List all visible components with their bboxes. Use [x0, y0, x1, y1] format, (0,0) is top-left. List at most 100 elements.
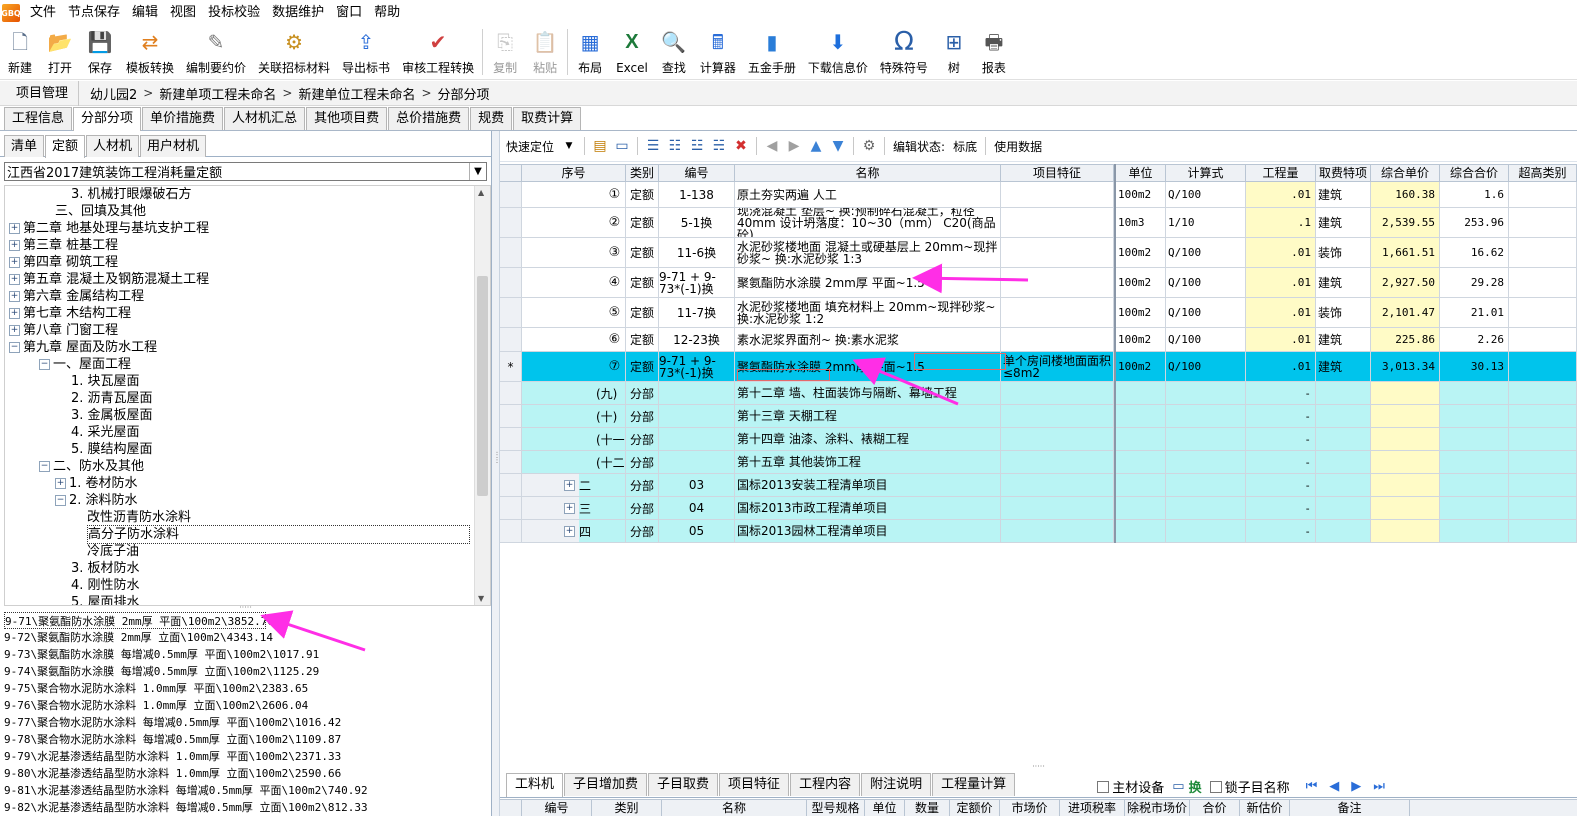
export-bid-button[interactable]: ⇪ 导出标书	[336, 26, 396, 78]
quota-list-item[interactable]: 9-80\水泥基渗透结晶型防水涂料 1.0mm厚 立面\100m2\2590.6…	[4, 765, 491, 782]
grid-cell-seq[interactable]: + 四	[522, 520, 626, 543]
grid-cell-over[interactable]	[1509, 428, 1577, 451]
detail-tab[interactable]: 子目增加费	[564, 773, 648, 796]
grid-header-cell[interactable]: 项目特征	[1001, 164, 1114, 182]
grid-cell-unit[interactable]	[1116, 497, 1166, 520]
tree-node[interactable]: 3. 板材防水	[5, 560, 490, 577]
grid-cell-qty[interactable]: .01	[1246, 328, 1316, 352]
grid-cell-name[interactable]: 水泥砂浆楼地面 填充材料上 20mm~现拌砂浆~ 换:水泥砂浆 1:2	[735, 298, 1001, 328]
open-folder-button[interactable]: 📂 打开	[40, 26, 80, 78]
resource-header-cell[interactable]: 除税市场价	[1125, 800, 1190, 816]
grid-cell-qty[interactable]: -	[1246, 497, 1316, 520]
grid-cell-qty[interactable]: .01	[1246, 182, 1316, 208]
insert-row-icon[interactable]: ☰	[643, 136, 663, 156]
grid-cell-seq[interactable]: ⑥	[522, 328, 626, 352]
grid-cell-name[interactable]: 国标2013园林工程清单项目	[735, 520, 1001, 543]
grid-cell-feature[interactable]	[1001, 497, 1114, 520]
resource-header-cell[interactable]: 市场价	[1000, 800, 1060, 816]
settings-icon[interactable]: ⚙	[859, 136, 879, 156]
grid-cell-name[interactable]: 第十四章 油漆、涂料、裱糊工程	[735, 428, 1001, 451]
detail-tab[interactable]: 工程量计算	[932, 773, 1016, 796]
grid-cell-feature[interactable]	[1001, 405, 1114, 428]
grid-cell-formula[interactable]	[1166, 382, 1246, 405]
delete-icon[interactable]: ✖	[731, 136, 751, 156]
grid-cell-type[interactable]: 定额	[626, 268, 659, 298]
tree-node[interactable]: 2. 沥青瓦屋面	[5, 390, 490, 407]
grid-cell-code[interactable]: 03	[659, 474, 735, 497]
grid-cell-type[interactable]: 分部	[626, 497, 659, 520]
grid-cell-code[interactable]: 5-1换	[659, 208, 735, 238]
grid-cell-over[interactable]	[1509, 298, 1577, 328]
tree-node[interactable]: 5. 屋面排水	[5, 594, 490, 605]
search-button[interactable]: 🔍 查找	[654, 26, 694, 78]
edit-offer-button[interactable]: ✎ 编制要约价	[180, 26, 252, 78]
grid-cell-unit[interactable]	[1116, 382, 1166, 405]
grid-cell-price[interactable]: 160.38	[1371, 182, 1440, 208]
tree-node[interactable]: 4. 采光屋面	[5, 424, 490, 441]
grid-cell-price[interactable]: 2,101.47	[1371, 298, 1440, 328]
grid-header-cell[interactable]: 编号	[659, 164, 735, 182]
grid-cell-total[interactable]: 30.13	[1440, 352, 1509, 382]
grid-cell-code[interactable]: 05	[659, 520, 735, 543]
lock-name-checkbox[interactable]	[1209, 780, 1222, 793]
menu-item[interactable]: 文件	[24, 0, 62, 26]
resource-header-cell[interactable]: 新估价	[1240, 800, 1290, 816]
grid-cell-fee[interactable]	[1316, 428, 1371, 451]
grid-cell-type[interactable]: 定额	[626, 208, 659, 238]
edit-state-value[interactable]: 标底	[953, 138, 977, 155]
grid-cell-over[interactable]	[1509, 268, 1577, 298]
library-tab[interactable]: 定额	[45, 135, 86, 158]
grid-cell-fee[interactable]	[1316, 405, 1371, 428]
grid-cell-feature[interactable]	[1001, 268, 1114, 298]
grid-cell-name[interactable]: 原土夯实两遍 人工	[735, 182, 1001, 208]
grid-cell-price[interactable]	[1371, 520, 1440, 543]
grid-cell-feature[interactable]	[1001, 238, 1114, 268]
grid-header-cell[interactable]: 单位	[1116, 164, 1166, 182]
calculator-button[interactable]: 🖩 计算器	[694, 26, 742, 78]
grid-cell-formula[interactable]	[1166, 451, 1246, 474]
grid-cell-qty[interactable]: -	[1246, 382, 1316, 405]
manual-book-button[interactable]: ▮ 五金手册	[742, 26, 802, 78]
library-tab[interactable]: 用户材机	[140, 135, 207, 157]
grid-cell-price[interactable]	[1371, 451, 1440, 474]
library-tab[interactable]: 人材机	[86, 135, 140, 157]
grid-cell-price[interactable]	[1371, 428, 1440, 451]
grid-splitter[interactable]: ·····	[500, 763, 1577, 771]
expand-icon[interactable]: +	[9, 274, 20, 285]
grid-cell-qty[interactable]: .01	[1246, 352, 1316, 382]
collapse-icon[interactable]: −	[55, 495, 66, 506]
grid-cell-total[interactable]: 1.6	[1440, 182, 1509, 208]
previous-record-icon[interactable]: ◀	[1329, 779, 1339, 794]
grid-cell-over[interactable]	[1509, 405, 1577, 428]
tree-node[interactable]: + 第二章 地基处理与基坑支护工程	[5, 220, 490, 237]
menu-item[interactable]: 窗口	[330, 0, 368, 26]
collapse-icon[interactable]: −	[9, 342, 20, 353]
tree-node[interactable]: + 第六章 金属结构工程	[5, 288, 490, 305]
grid-cell-unit[interactable]: 10m3	[1116, 208, 1166, 238]
menu-item[interactable]: 投标校验	[202, 0, 266, 26]
grid-cell-total[interactable]	[1440, 520, 1509, 543]
grid-cell-unit[interactable]	[1116, 405, 1166, 428]
grid-cell-total[interactable]: 29.28	[1440, 268, 1509, 298]
tree-node[interactable]: 5. 膜结构屋面	[5, 441, 490, 458]
grid-cell-over[interactable]	[1509, 520, 1577, 543]
main-tab[interactable]: 人材机汇总	[224, 107, 306, 130]
grid-cell-formula[interactable]: Q/100	[1166, 238, 1246, 268]
grid-header-cell[interactable]: 超高类别	[1509, 164, 1577, 182]
grid-cell-name[interactable]: 聚氨酯防水涂膜 2mm厚 平面~1.5	[735, 268, 1001, 298]
grid-cell-seq[interactable]: ①	[522, 182, 626, 208]
grid-cell-formula[interactable]	[1166, 428, 1246, 451]
grid-cell-fee[interactable]: 建筑	[1316, 182, 1371, 208]
detail-tab[interactable]: 附注说明	[861, 773, 932, 796]
breadcrumb-item[interactable]: 新建单位工程未命名	[295, 84, 418, 103]
grid-cell-type[interactable]: 分部	[626, 405, 659, 428]
tree-node[interactable]: −2. 涂料防水	[5, 492, 490, 509]
grid-cell-price[interactable]: 1,661.51	[1371, 238, 1440, 268]
grid-cell-feature[interactable]	[1001, 474, 1114, 497]
expand-icon[interactable]: +	[55, 478, 66, 489]
link-material-button[interactable]: ⚙ 关联招标材料	[252, 26, 336, 78]
grid-cell-seq[interactable]: (十二)	[522, 451, 626, 474]
expand-icon[interactable]: +	[9, 223, 20, 234]
tree-button[interactable]: ⊞ 树	[934, 26, 974, 78]
main-tab[interactable]: 总价措施费	[388, 107, 470, 130]
